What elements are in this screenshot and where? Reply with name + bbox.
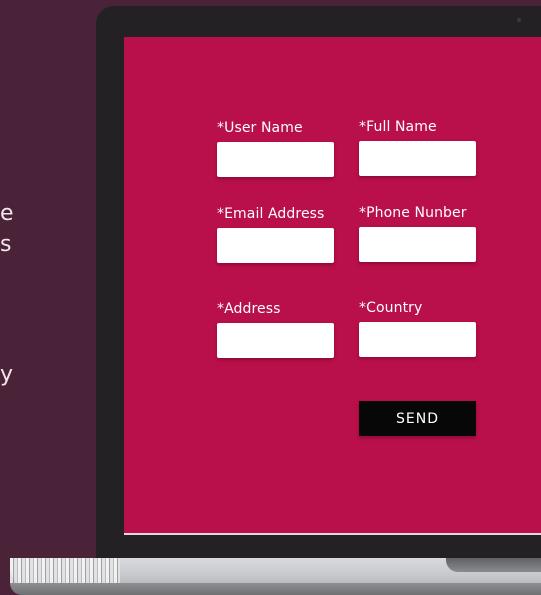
laptop-screen xyxy=(124,37,541,535)
laptop-base-notch xyxy=(446,558,541,572)
email-address-input[interactable] xyxy=(217,228,334,263)
laptop-base-highlight xyxy=(10,558,120,583)
address-label: *Address xyxy=(217,301,281,317)
address-input[interactable] xyxy=(217,323,334,358)
email-address-label: *Email Address xyxy=(217,206,325,222)
side-text-line-3: y xyxy=(0,362,14,387)
full-name-label: *Full Name xyxy=(359,119,437,135)
camera-icon xyxy=(517,18,521,22)
laptop-base-rim xyxy=(10,583,541,595)
phone-number-input[interactable] xyxy=(359,227,476,262)
side-text-line-2: s xyxy=(0,232,12,257)
phone-number-label: *Phone Nunber xyxy=(359,205,467,221)
country-input[interactable] xyxy=(359,322,476,357)
side-text-line-1: e xyxy=(0,201,14,226)
country-label: *Country xyxy=(359,300,423,316)
user-name-label: *User Name xyxy=(217,120,303,136)
full-name-input[interactable] xyxy=(359,141,476,176)
user-name-input[interactable] xyxy=(217,142,334,177)
send-button[interactable]: SEND xyxy=(359,401,476,436)
